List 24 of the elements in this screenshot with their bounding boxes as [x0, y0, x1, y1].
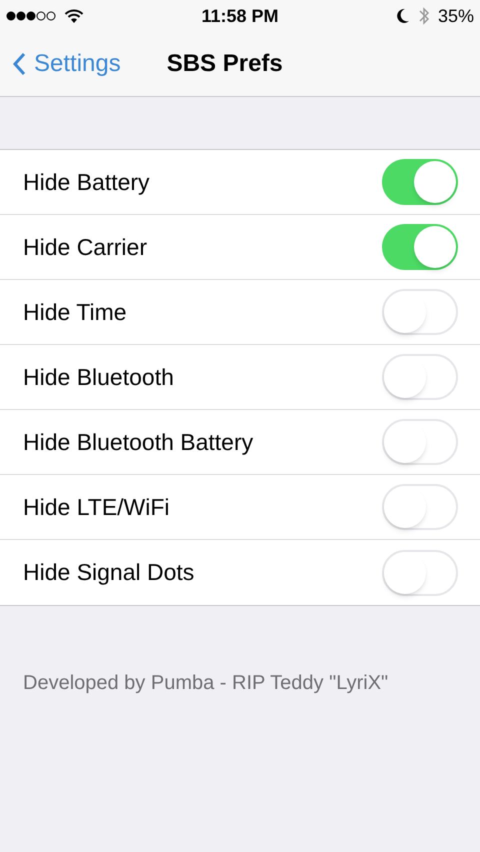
- status-time: 11:58 PM: [201, 4, 279, 28]
- toggle-switch[interactable]: [382, 224, 458, 270]
- signal-icon: [6, 11, 58, 21]
- setting-label: Hide Bluetooth: [23, 362, 175, 392]
- wifi-icon: [64, 8, 84, 24]
- toggle-switch[interactable]: [382, 550, 458, 596]
- chevron-icon: [12, 52, 26, 76]
- toggle-switch[interactable]: [382, 354, 458, 400]
- battery-percent: 35%: [438, 4, 474, 28]
- setting-label: Hide Signal Dots: [23, 558, 196, 588]
- bluetooth-icon: [418, 6, 430, 26]
- toggle-switch[interactable]: [382, 484, 458, 530]
- back-button[interactable]: Settings: [0, 46, 121, 82]
- footer-text: Developed by Pumba - RIP Teddy "LyriX": [23, 671, 390, 696]
- toggle-switch[interactable]: [382, 419, 458, 465]
- toggle-switch[interactable]: [382, 159, 458, 205]
- nav-title: SBS Prefs: [166, 49, 283, 79]
- setting-label: Hide Carrier: [23, 232, 148, 262]
- toggle-switch[interactable]: [382, 289, 458, 335]
- setting-label: Hide LTE/WiFi: [23, 492, 171, 522]
- setting-label: Hide Time: [23, 298, 128, 327]
- setting-label: Hide Battery: [23, 168, 151, 197]
- moon-icon: [396, 8, 410, 24]
- setting-label: Hide Bluetooth Battery: [23, 428, 254, 457]
